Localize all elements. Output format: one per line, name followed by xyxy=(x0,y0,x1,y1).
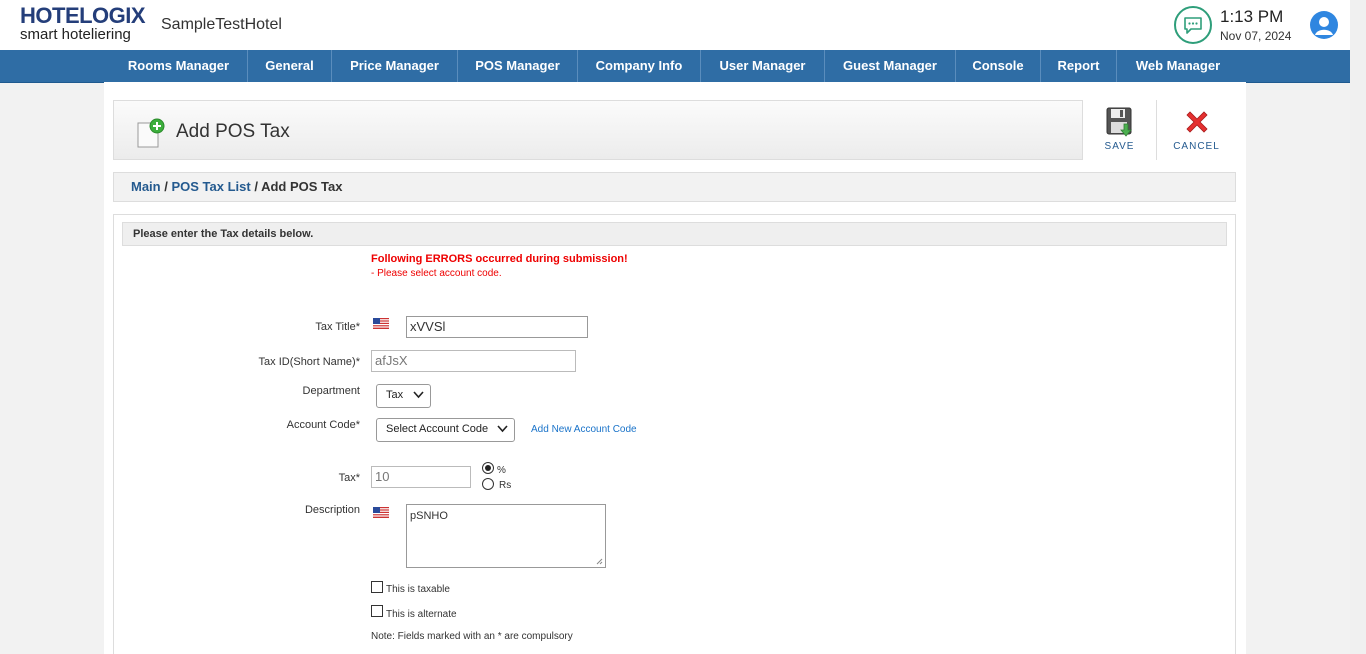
close-icon xyxy=(1186,111,1208,133)
user-avatar[interactable] xyxy=(1310,11,1338,39)
account-code-selected: Select Account Code xyxy=(386,423,489,435)
nav-user-manager[interactable]: User Manager xyxy=(701,50,825,82)
cancel-label: CANCEL xyxy=(1173,141,1220,152)
tax-title-input[interactable]: xVVSl xyxy=(406,316,588,338)
save-label: SAVE xyxy=(1104,141,1135,152)
percent-radio[interactable] xyxy=(482,462,494,474)
description-label: Description xyxy=(304,504,360,516)
nav-guest-manager[interactable]: Guest Manager xyxy=(825,50,956,82)
breadcrumb: Main / POS Tax List / Add POS Tax xyxy=(113,172,1236,202)
page-title: Add POS Tax xyxy=(176,121,290,142)
tax-label: Tax* xyxy=(338,472,360,484)
breadcrumb-main[interactable]: Main xyxy=(131,179,161,194)
tax-id-label: Tax ID(Short Name)* xyxy=(258,356,360,368)
add-document-icon xyxy=(136,117,166,154)
tax-value-input[interactable]: 10 xyxy=(371,466,471,488)
us-flag-icon[interactable] xyxy=(373,318,389,329)
resize-handle-icon[interactable] xyxy=(595,557,603,565)
nav-pos-manager[interactable]: POS Manager xyxy=(458,50,578,82)
breadcrumb-separator: / xyxy=(160,179,172,194)
breadcrumb-current: Add POS Tax xyxy=(261,179,343,194)
department-select[interactable]: Tax xyxy=(376,384,431,408)
error-title: Following ERRORS occurred during submiss… xyxy=(371,253,628,265)
logo-tagline: smart hoteliering xyxy=(20,26,131,43)
error-message: - Please select account code. xyxy=(371,268,502,279)
description-textarea[interactable]: pSNHO xyxy=(406,504,606,568)
nav-rooms-manager[interactable]: Rooms Manager xyxy=(110,50,248,82)
alternate-checkbox[interactable] xyxy=(371,605,383,617)
save-button[interactable]: SAVE xyxy=(1082,100,1156,160)
tax-id-input[interactable]: afJsX xyxy=(371,350,576,372)
cancel-button[interactable]: CANCEL xyxy=(1156,100,1236,160)
save-icon xyxy=(1106,107,1132,137)
compulsory-note: Note: Fields marked with an * are compul… xyxy=(371,631,573,642)
department-label: Department xyxy=(302,385,360,397)
add-account-code-link[interactable]: Add New Account Code xyxy=(531,424,637,435)
main-nav: Rooms Manager General Price Manager POS … xyxy=(0,50,1350,83)
nav-report[interactable]: Report xyxy=(1041,50,1117,82)
logo-text: HOTELOGIX xyxy=(20,3,146,28)
chat-icon xyxy=(1184,17,1202,34)
form-container xyxy=(113,214,1236,654)
alternate-label: This is alternate xyxy=(386,609,457,620)
breadcrumb-pos-tax-list[interactable]: POS Tax List xyxy=(171,179,250,194)
user-icon xyxy=(1315,17,1333,35)
vertical-scrollbar[interactable] xyxy=(1350,0,1366,654)
nav-web-manager[interactable]: Web Manager xyxy=(1117,50,1239,82)
rs-radio[interactable] xyxy=(482,478,494,490)
chevron-down-icon xyxy=(413,391,424,399)
taxable-label: This is taxable xyxy=(386,584,450,595)
current-date: Nov 07, 2024 xyxy=(1220,29,1292,43)
hotelogix-logo[interactable]: HOTELOGIX smart hoteliering xyxy=(20,3,146,43)
chat-button[interactable] xyxy=(1174,6,1212,44)
taxable-checkbox[interactable] xyxy=(371,581,383,593)
account-code-label: Account Code* xyxy=(286,419,360,431)
current-time: 1:13 PM xyxy=(1220,7,1284,26)
tax-title-label: Tax Title* xyxy=(315,321,360,333)
account-code-select[interactable]: Select Account Code xyxy=(376,418,515,442)
department-selected: Tax xyxy=(386,389,404,401)
nav-price-manager[interactable]: Price Manager xyxy=(332,50,458,82)
percent-radio-label: % xyxy=(497,465,506,476)
top-header: HOTELOGIX smart hoteliering SampleTestHo… xyxy=(0,0,1350,51)
description-text: pSNHO xyxy=(410,510,448,522)
breadcrumb-separator: / xyxy=(250,179,262,194)
us-flag-icon[interactable] xyxy=(373,507,389,518)
nav-console[interactable]: Console xyxy=(956,50,1041,82)
rs-radio-label: Rs xyxy=(499,480,512,491)
nav-company-info[interactable]: Company Info xyxy=(578,50,701,82)
form-heading: Please enter the Tax details below. xyxy=(122,222,1227,246)
nav-general[interactable]: General xyxy=(248,50,332,82)
chevron-down-icon xyxy=(497,425,508,433)
hotel-name: SampleTestHotel xyxy=(161,16,282,33)
